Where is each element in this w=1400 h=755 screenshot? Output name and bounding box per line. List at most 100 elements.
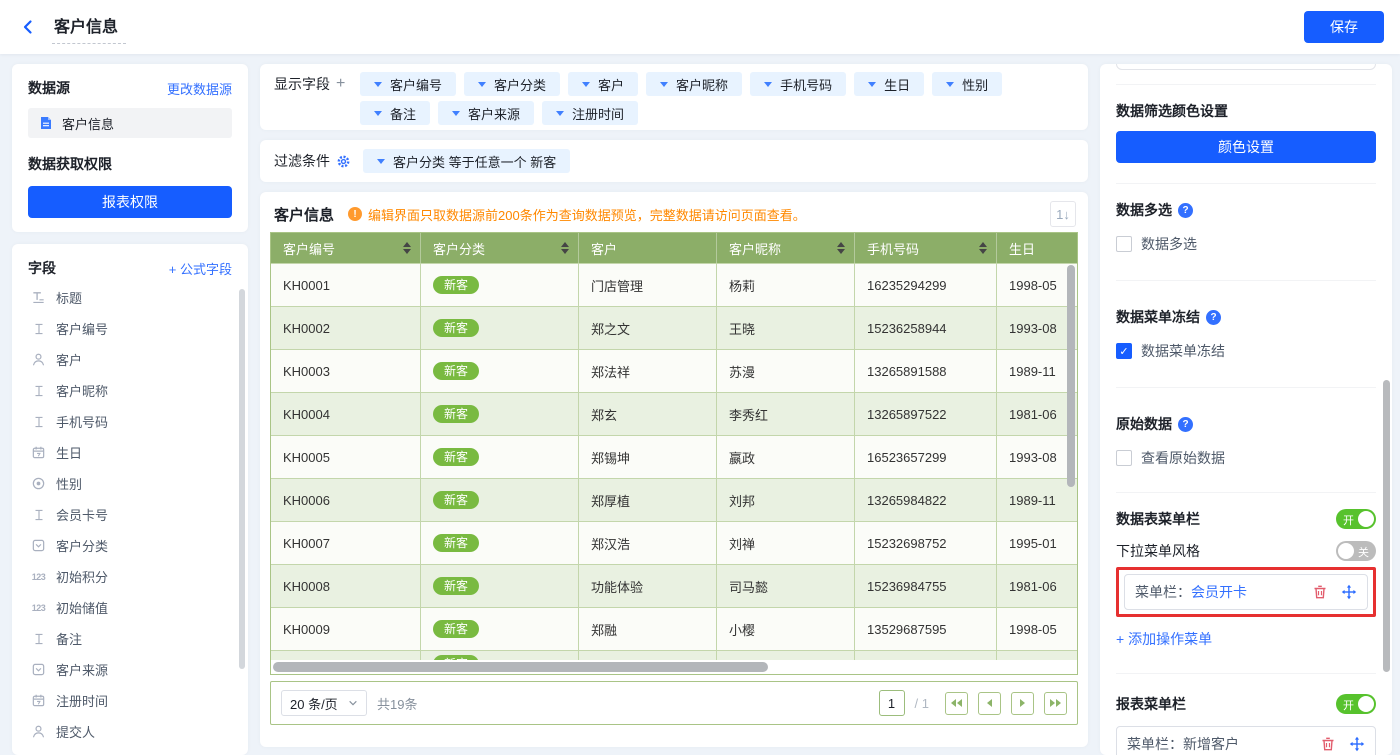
- help-icon[interactable]: ?: [1178, 417, 1193, 432]
- category-badge: 新客: [433, 362, 479, 380]
- field-item[interactable]: 生日: [28, 437, 248, 468]
- category-badge: 新客: [433, 620, 479, 638]
- table-cell: 1989-11: [997, 350, 1077, 392]
- fields-scrollbar[interactable]: [239, 289, 245, 669]
- add-formula-field-link[interactable]: + 公式字段: [169, 259, 232, 278]
- table-menu-item[interactable]: 菜单栏： 会员开卡: [1124, 574, 1368, 610]
- menu-item-name[interactable]: 新增客户: [1183, 734, 1239, 754]
- page-size-select[interactable]: 20 条/页: [281, 690, 367, 716]
- checkbox[interactable]: [1116, 343, 1132, 359]
- sort-arrows-icon[interactable]: [979, 242, 987, 254]
- help-icon[interactable]: ?: [1206, 310, 1221, 325]
- table-header-row: 客户编号客户分类客户客户昵称手机号码生日: [271, 233, 1077, 263]
- page-number-input[interactable]: 1: [879, 690, 905, 716]
- menu-freeze-checkbox-row[interactable]: 数据菜单冻结: [1116, 341, 1376, 361]
- dropdown-style-toggle[interactable]: 关: [1336, 541, 1376, 561]
- field-item[interactable]: 注册时间: [28, 685, 248, 716]
- display-field-chip[interactable]: 注册时间: [542, 101, 638, 125]
- checkbox[interactable]: [1116, 236, 1132, 252]
- caret-down-icon: [660, 82, 668, 87]
- display-field-chip[interactable]: 客户分类: [464, 72, 560, 96]
- number-icon: 123: [30, 572, 47, 582]
- save-button[interactable]: 保存: [1304, 11, 1384, 43]
- column-header[interactable]: 客户昵称: [717, 233, 855, 263]
- report-menu-item[interactable]: 菜单栏： 新增客户: [1116, 726, 1376, 755]
- sort-arrows-icon[interactable]: [403, 242, 411, 254]
- vertical-scrollbar[interactable]: [1067, 265, 1075, 487]
- caret-down-icon: [374, 111, 382, 116]
- back-button[interactable]: [16, 15, 40, 39]
- settings-scrollbar[interactable]: [1383, 380, 1390, 672]
- delete-icon[interactable]: [1320, 736, 1336, 752]
- preview-warning: ! 编辑界面只取数据源前200条作为查询数据预览，完整数据请访问页面查看。: [348, 205, 806, 224]
- raw-data-checkbox-row[interactable]: 查看原始数据: [1116, 448, 1376, 468]
- field-item[interactable]: 123初始储值: [28, 592, 248, 623]
- add-display-field-button[interactable]: +: [336, 72, 345, 96]
- field-item[interactable]: 标题: [28, 282, 248, 313]
- table-cell: 郑之文: [579, 307, 717, 349]
- next-page-button[interactable]: [1011, 692, 1034, 715]
- field-item[interactable]: 客户分类: [28, 530, 248, 561]
- delete-icon[interactable]: [1312, 584, 1328, 600]
- display-field-chip[interactable]: 客户来源: [438, 101, 534, 125]
- display-field-chip[interactable]: 性别: [932, 72, 1002, 96]
- display-field-chip[interactable]: 手机号码: [750, 72, 846, 96]
- horizontal-scrollbar[interactable]: [273, 662, 768, 672]
- field-item[interactable]: 会员卡号: [28, 499, 248, 530]
- display-field-chip[interactable]: 生日: [854, 72, 924, 96]
- table-menu-toggle[interactable]: 开: [1336, 509, 1376, 529]
- left-panel: 数据源 更改数据源 客户信息 数据获取权限 报表权限 字段 + 公式字段 标题客…: [12, 64, 248, 755]
- column-header[interactable]: 客户分类: [421, 233, 579, 263]
- color-setting-button[interactable]: 颜色设置: [1116, 131, 1376, 163]
- last-page-button[interactable]: [1044, 692, 1067, 715]
- help-icon[interactable]: ?: [1178, 203, 1193, 218]
- first-page-button[interactable]: [945, 692, 968, 715]
- move-icon[interactable]: [1349, 736, 1365, 752]
- gear-icon[interactable]: [336, 154, 351, 169]
- select-icon: [30, 662, 47, 677]
- caret-down-icon: [868, 82, 876, 87]
- column-header[interactable]: 客户: [579, 233, 717, 263]
- table-cell: 郑汉浩: [579, 522, 717, 564]
- display-field-chip[interactable]: 备注: [360, 101, 430, 125]
- change-datasource-link[interactable]: 更改数据源: [167, 79, 232, 98]
- checkbox[interactable]: [1116, 450, 1132, 466]
- display-field-chip[interactable]: 客户编号: [360, 72, 456, 96]
- multi-select-checkbox-row[interactable]: 数据多选: [1116, 234, 1376, 254]
- field-item[interactable]: 客户来源: [28, 654, 248, 685]
- sort-arrows-icon[interactable]: [561, 242, 569, 254]
- field-item[interactable]: 客户: [28, 344, 248, 375]
- field-item[interactable]: 提交人: [28, 716, 248, 747]
- horizontal-scroll-track: [271, 660, 1077, 674]
- field-label: 手机号码: [56, 412, 108, 431]
- add-action-menu-link[interactable]: + 添加操作菜单: [1116, 629, 1212, 649]
- move-icon[interactable]: [1341, 584, 1357, 600]
- display-field-chip[interactable]: 客户: [568, 72, 638, 96]
- caret-down-icon: [452, 111, 460, 116]
- table-cell: 刘邦: [717, 479, 855, 521]
- field-item[interactable]: 123初始积分: [28, 561, 248, 592]
- field-label: 会员卡号: [56, 505, 108, 524]
- field-item[interactable]: 客户编号: [28, 313, 248, 344]
- prev-page-button[interactable]: [978, 692, 1001, 715]
- menu-item-name[interactable]: 会员开卡: [1191, 582, 1247, 602]
- column-header[interactable]: 手机号码: [855, 233, 997, 263]
- report-permission-button[interactable]: 报表权限: [28, 186, 232, 218]
- datasource-item[interactable]: 客户信息: [28, 108, 232, 138]
- field-label: 标题: [56, 288, 82, 307]
- column-header[interactable]: 客户编号: [271, 233, 421, 263]
- table-cell: KH0001: [271, 264, 421, 306]
- report-menu-toggle[interactable]: 开: [1336, 694, 1376, 714]
- field-item[interactable]: 手机号码: [28, 406, 248, 437]
- sort-order-tool[interactable]: 1↓: [1050, 201, 1076, 227]
- column-header[interactable]: 生日: [997, 233, 1077, 263]
- field-label: 生日: [56, 443, 82, 462]
- datasource-card: 数据源 更改数据源 客户信息 数据获取权限 报表权限: [12, 64, 248, 232]
- field-item[interactable]: 性别: [28, 468, 248, 499]
- field-item[interactable]: 客户昵称: [28, 375, 248, 406]
- display-field-chip[interactable]: 客户昵称: [646, 72, 742, 96]
- sort-arrows-icon[interactable]: [837, 242, 845, 254]
- field-item[interactable]: 备注: [28, 623, 248, 654]
- caret-down-icon: [764, 82, 772, 87]
- filter-condition-chip[interactable]: 客户分类 等于任意一个 新客: [363, 149, 570, 173]
